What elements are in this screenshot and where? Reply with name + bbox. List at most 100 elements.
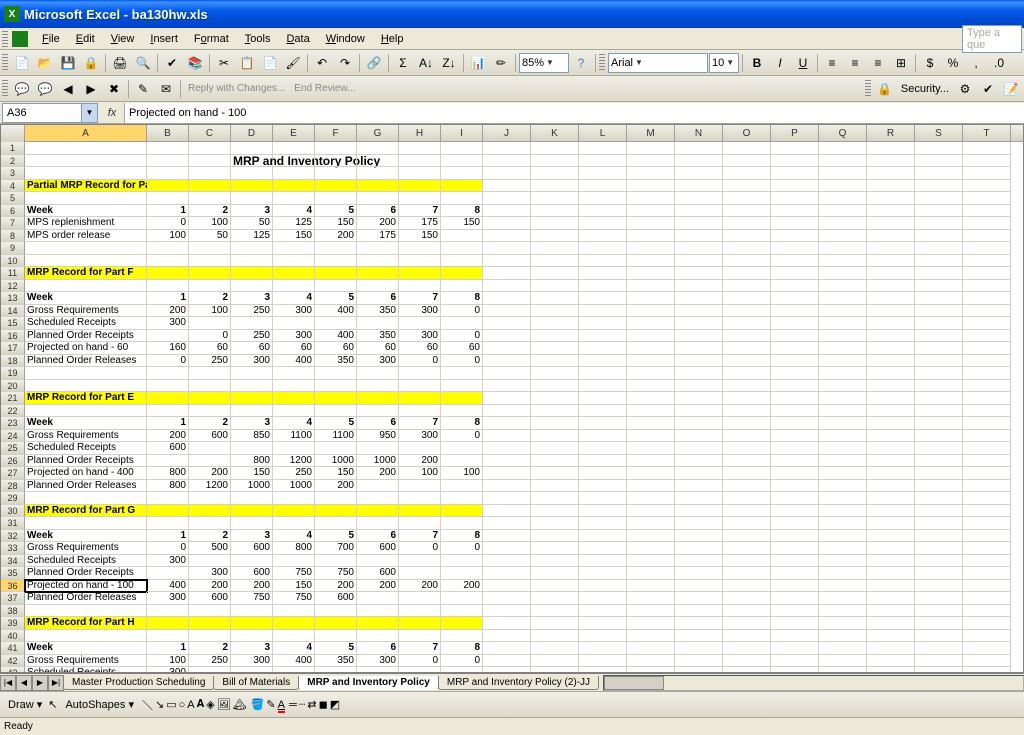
cell[interactable]: [723, 205, 771, 218]
cell[interactable]: [579, 617, 627, 630]
cell[interactable]: [147, 517, 189, 530]
cell[interactable]: [675, 605, 723, 618]
cell[interactable]: [441, 667, 483, 673]
cell[interactable]: 800: [273, 542, 315, 555]
cell[interactable]: [315, 380, 357, 393]
cell[interactable]: 100: [147, 655, 189, 668]
cell[interactable]: [531, 167, 579, 180]
cell[interactable]: [531, 342, 579, 355]
cell[interactable]: [579, 567, 627, 580]
cell[interactable]: [867, 205, 915, 218]
cell[interactable]: [675, 355, 723, 368]
row-header[interactable]: 33: [1, 542, 25, 555]
cell[interactable]: [627, 555, 675, 568]
cell[interactable]: [771, 367, 819, 380]
cell[interactable]: [915, 655, 963, 668]
cell[interactable]: [723, 442, 771, 455]
cell[interactable]: [273, 267, 315, 280]
cell[interactable]: [531, 667, 579, 673]
cell[interactable]: 6: [357, 417, 399, 430]
cell[interactable]: [963, 605, 1011, 618]
cell[interactable]: [915, 492, 963, 505]
cell[interactable]: [399, 480, 441, 493]
cell[interactable]: 0: [147, 542, 189, 555]
cell[interactable]: [771, 567, 819, 580]
cell[interactable]: [915, 430, 963, 443]
sign-icon[interactable]: ✔: [977, 78, 999, 100]
cell[interactable]: 100: [189, 217, 231, 230]
cell[interactable]: [915, 417, 963, 430]
cell[interactable]: [627, 305, 675, 318]
cell[interactable]: [579, 142, 627, 155]
cell[interactable]: [675, 192, 723, 205]
cell[interactable]: 400: [147, 580, 189, 593]
cell[interactable]: [357, 392, 399, 405]
cell[interactable]: [441, 617, 483, 630]
col-header-L[interactable]: L: [579, 125, 627, 141]
cell[interactable]: 200: [357, 217, 399, 230]
cell[interactable]: [627, 280, 675, 293]
cell[interactable]: [675, 417, 723, 430]
cell[interactable]: 250: [231, 330, 273, 343]
col-header-O[interactable]: O: [723, 125, 771, 141]
cell[interactable]: 60: [399, 342, 441, 355]
cell[interactable]: [771, 180, 819, 193]
cell[interactable]: [915, 242, 963, 255]
cell[interactable]: [579, 580, 627, 593]
cell[interactable]: [579, 192, 627, 205]
cell[interactable]: [915, 667, 963, 673]
cell[interactable]: 125: [231, 230, 273, 243]
cell[interactable]: 400: [315, 305, 357, 318]
cell[interactable]: MRP Record for Part F: [25, 267, 147, 280]
cell[interactable]: [963, 292, 1011, 305]
cell[interactable]: [867, 630, 915, 643]
cell[interactable]: [579, 467, 627, 480]
cell[interactable]: [771, 405, 819, 418]
cell[interactable]: 600: [231, 542, 273, 555]
cell[interactable]: [441, 442, 483, 455]
cell[interactable]: [147, 142, 189, 155]
cell[interactable]: [771, 192, 819, 205]
cell[interactable]: 250: [189, 655, 231, 668]
cell[interactable]: [483, 180, 531, 193]
cell[interactable]: [675, 530, 723, 543]
sheet-tab[interactable]: Bill of Materials: [213, 676, 299, 690]
rectangle-icon[interactable]: ▭: [166, 698, 176, 711]
cell[interactable]: [315, 367, 357, 380]
cell[interactable]: [627, 380, 675, 393]
cell[interactable]: 200: [441, 580, 483, 593]
cell[interactable]: [675, 392, 723, 405]
cell[interactable]: [531, 205, 579, 218]
cell[interactable]: [867, 567, 915, 580]
cell[interactable]: [441, 367, 483, 380]
cell[interactable]: 200: [399, 455, 441, 468]
cell[interactable]: 7: [399, 530, 441, 543]
zoom-dropdown[interactable]: 85%▼: [519, 53, 569, 73]
cell[interactable]: [915, 367, 963, 380]
cell[interactable]: [819, 642, 867, 655]
cell[interactable]: 800: [147, 467, 189, 480]
autosum-icon[interactable]: Σ: [392, 52, 414, 74]
cell[interactable]: [819, 330, 867, 343]
cell[interactable]: 7: [399, 417, 441, 430]
cell[interactable]: [723, 630, 771, 643]
cell[interactable]: [531, 555, 579, 568]
cell[interactable]: [147, 505, 189, 518]
cell[interactable]: 4: [273, 642, 315, 655]
cell[interactable]: [483, 267, 531, 280]
cell[interactable]: [771, 530, 819, 543]
cell[interactable]: [579, 542, 627, 555]
merge-center-icon[interactable]: ⊞: [890, 52, 912, 74]
cell[interactable]: [963, 592, 1011, 605]
cell[interactable]: [771, 467, 819, 480]
cell[interactable]: [531, 155, 579, 168]
cell[interactable]: [723, 417, 771, 430]
cell[interactable]: [627, 580, 675, 593]
cell[interactable]: [915, 317, 963, 330]
cell[interactable]: [915, 480, 963, 493]
cell[interactable]: [25, 492, 147, 505]
cell[interactable]: [675, 230, 723, 243]
cell[interactable]: [963, 567, 1011, 580]
cell[interactable]: [819, 242, 867, 255]
cell[interactable]: [315, 155, 357, 168]
